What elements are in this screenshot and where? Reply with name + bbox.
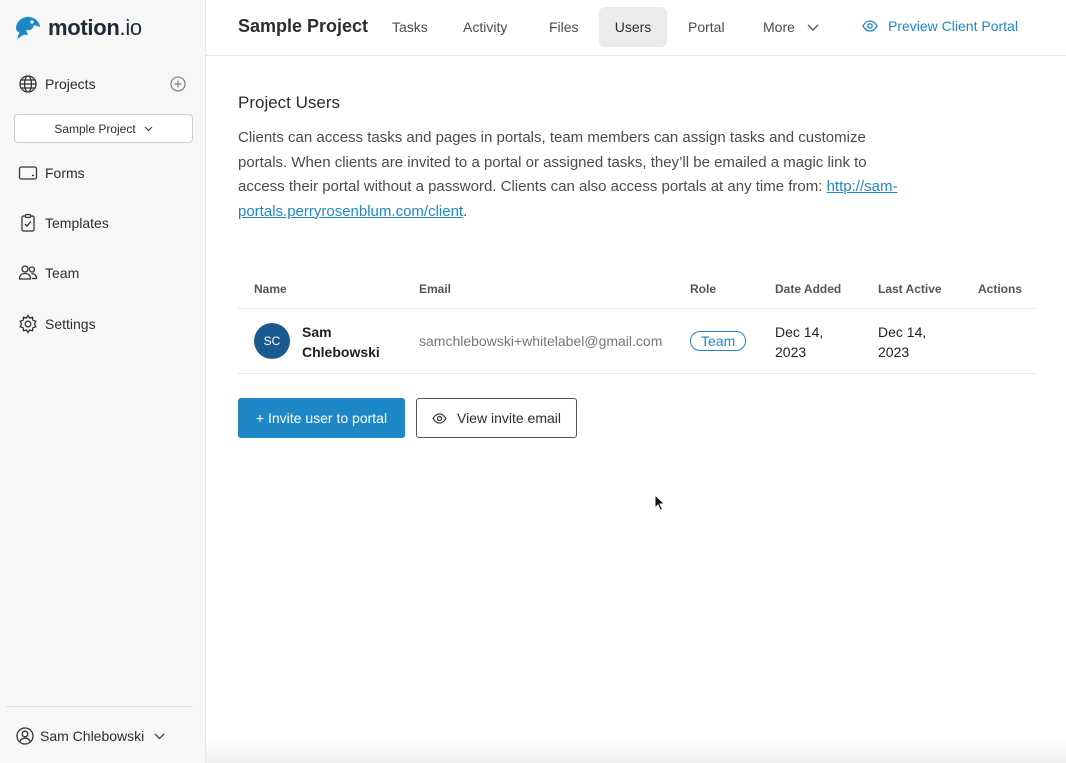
- project-selector[interactable]: Sample Project: [14, 114, 193, 143]
- user-full-name: Sam Chlebowski: [302, 324, 380, 360]
- column-header-email: Email: [419, 282, 452, 296]
- top-bar: Sample Project Tasks Activity Files User…: [206, 0, 1066, 56]
- tablet-icon: [18, 163, 38, 183]
- project-selector-value: Sample Project: [54, 121, 136, 136]
- user-name: Sam Chlebowski: [40, 728, 145, 744]
- tab-tasks[interactable]: Tasks: [380, 7, 440, 47]
- chevron-down-icon: [807, 24, 819, 31]
- add-project-button[interactable]: [170, 76, 186, 92]
- column-header-role: Role: [690, 282, 717, 296]
- mouse-cursor-icon: [654, 493, 666, 517]
- motion-logo-icon: [16, 16, 40, 39]
- tab-portal[interactable]: Portal: [676, 7, 737, 47]
- role-badge: Team: [690, 331, 747, 351]
- chevron-down-icon: [144, 126, 153, 132]
- tab-users[interactable]: Users: [599, 7, 667, 47]
- preview-client-portal-link[interactable]: Preview Client Portal: [862, 18, 1018, 34]
- sidebar-item-templates[interactable]: Templates: [18, 211, 109, 235]
- sidebar-item-projects[interactable]: Projects: [18, 72, 96, 96]
- column-header-name: Name: [254, 282, 287, 296]
- globe-icon: [18, 74, 38, 94]
- sidebar-item-team[interactable]: Team: [18, 261, 79, 285]
- sidebar-item-label: Settings: [45, 316, 96, 332]
- eye-icon: [862, 20, 878, 32]
- user-email: samchlebowski+whitelabel@gmail.com: [419, 333, 663, 349]
- sidebar-item-label: Forms: [45, 165, 85, 181]
- plus-circle-icon: [170, 76, 186, 92]
- sidebar-item-label: Projects: [45, 76, 96, 92]
- column-header-last-active: Last Active: [878, 282, 942, 296]
- tab-activity[interactable]: Activity: [451, 7, 519, 47]
- tab-more[interactable]: More: [751, 7, 831, 47]
- tab-more-label: More: [763, 19, 795, 35]
- last-active: Dec 14, 2023: [878, 324, 927, 360]
- header-divider: [238, 308, 1035, 309]
- column-header-date-added: Date Added: [775, 282, 842, 296]
- user-circle-icon: [16, 727, 34, 745]
- avatar: SC: [254, 323, 290, 359]
- column-header-actions: Actions: [978, 282, 1023, 296]
- date-added: Dec 14, 2023: [775, 324, 824, 360]
- view-invite-email-label: View invite email: [456, 410, 561, 426]
- brand-logo[interactable]: motion.io: [14, 14, 142, 42]
- preview-client-portal-label: Preview Client Portal: [888, 18, 1018, 34]
- users-icon: [18, 263, 38, 283]
- gear-icon: [18, 314, 38, 334]
- sidebar-item-label: Templates: [45, 215, 109, 231]
- sidebar-item-settings[interactable]: Settings: [18, 312, 96, 336]
- project-title: Sample Project: [238, 16, 369, 36]
- row-divider: [238, 373, 1035, 374]
- clipboard-check-icon: [18, 213, 38, 233]
- sidebar-item-label: Team: [45, 265, 80, 281]
- sidebar-item-forms[interactable]: Forms: [18, 161, 85, 185]
- user-menu[interactable]: Sam Chlebowski: [16, 726, 165, 746]
- invite-user-button[interactable]: + Invite user to portal: [238, 398, 405, 438]
- page-description: Clients can access tasks and pages in po…: [238, 129, 898, 220]
- bottom-edge: [206, 740, 1066, 763]
- tab-files[interactable]: Files: [537, 7, 591, 47]
- sidebar-divider: [6, 706, 193, 707]
- page-title: Project Users: [238, 93, 341, 112]
- eye-icon: [432, 412, 447, 424]
- chevron-down-icon: [154, 733, 165, 740]
- sidebar: motion.io Projects Sample Project Forms: [0, 0, 206, 763]
- brand-name: motion.io: [48, 15, 142, 40]
- view-invite-email-button[interactable]: View invite email: [416, 398, 577, 438]
